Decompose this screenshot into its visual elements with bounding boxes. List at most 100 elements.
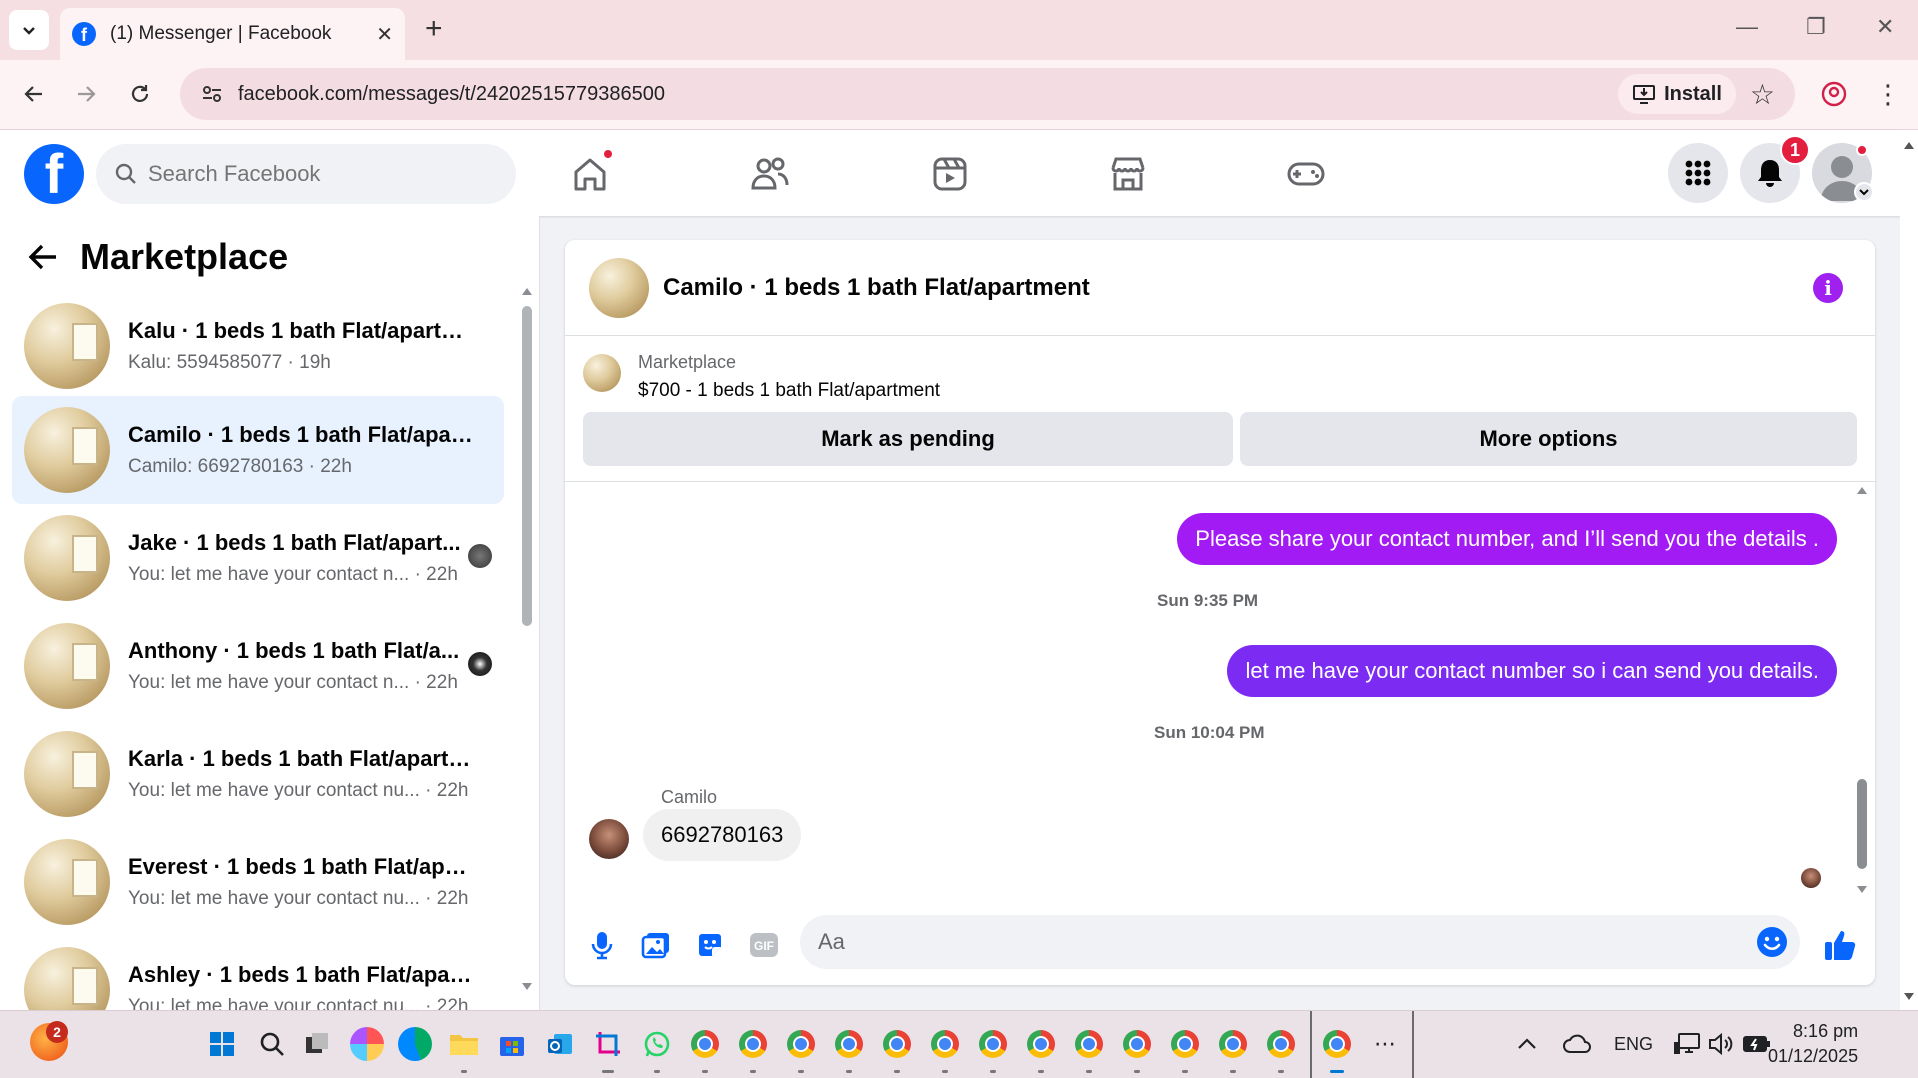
photo-icon[interactable]: [629, 918, 683, 972]
site-info-icon[interactable]: [196, 78, 228, 110]
file-explorer-icon[interactable]: [447, 1027, 481, 1073]
message-input-wrapper[interactable]: [800, 915, 1800, 969]
chrome-window-icon[interactable]: [1024, 1027, 1058, 1073]
chat-listing-avatar[interactable]: [589, 257, 649, 318]
browser-menu-icon[interactable]: ⋮: [1870, 76, 1906, 112]
conversation-preview: Kalu: 5594585077 · 19h: [128, 352, 331, 373]
message-scroll-thumb[interactable]: [1857, 779, 1867, 869]
more-options-button[interactable]: More options: [1240, 412, 1857, 466]
url-text[interactable]: facebook.com/messages/t/2420251577938650…: [238, 83, 1618, 106]
conversation-item-active[interactable]: Camilo · 1 beds 1 bath Flat/apart... Cam…: [12, 396, 504, 504]
restore-icon[interactable]: ❐: [1806, 14, 1826, 40]
install-label: Install: [1664, 82, 1722, 105]
search-input[interactable]: [148, 161, 488, 187]
listing-avatar: [24, 303, 110, 389]
search-icon[interactable]: [255, 1027, 289, 1061]
chrome-window-icon[interactable]: [688, 1027, 722, 1073]
task-view-icon[interactable]: [300, 1027, 334, 1061]
install-app-button[interactable]: Install: [1618, 74, 1736, 114]
sticker-icon[interactable]: [683, 918, 737, 972]
chrome-window-icon[interactable]: [880, 1027, 914, 1073]
sidebar-scrollbar[interactable]: [520, 286, 534, 994]
bookmark-star-icon[interactable]: ☆: [1750, 78, 1775, 111]
close-window-icon[interactable]: ✕: [1876, 14, 1894, 40]
microphone-icon[interactable]: [575, 918, 629, 972]
chrome-active-window-icon[interactable]: [1320, 1027, 1354, 1073]
facebook-search[interactable]: [96, 144, 516, 204]
system-clock[interactable]: 8:16 pm 01/12/2025: [1768, 1019, 1858, 1069]
sidebar-title: Marketplace: [80, 236, 289, 277]
tab-search-button[interactable]: [9, 10, 49, 50]
listing-thumbnail[interactable]: [583, 354, 621, 392]
copilot-icon[interactable]: [350, 1027, 384, 1061]
account-chevron-icon[interactable]: [1854, 182, 1874, 202]
home-nav-icon[interactable]: [560, 148, 620, 198]
sidebar-scroll-thumb[interactable]: [522, 306, 532, 626]
chrome-window-icon[interactable]: [1168, 1027, 1202, 1073]
whatsapp-icon[interactable]: [640, 1027, 674, 1073]
outlook-icon[interactable]: [543, 1027, 577, 1061]
thumbs-up-icon[interactable]: [1813, 918, 1867, 972]
network-icon[interactable]: [1670, 1027, 1704, 1061]
clock-date: 01/12/2025: [1768, 1046, 1859, 1066]
menu-grid-button[interactable]: [1668, 143, 1728, 203]
conversation-item[interactable]: Anthony · 1 beds 1 bath Flat/a... You: l…: [12, 612, 504, 720]
conversation-item[interactable]: Kalu · 1 beds 1 bath Flat/apartm... Kalu…: [12, 292, 504, 400]
back-arrow-icon[interactable]: [28, 243, 58, 271]
gif-icon[interactable]: GIF: [737, 918, 791, 972]
windows-start-icon[interactable]: [205, 1027, 239, 1061]
chrome-window-icon[interactable]: [1264, 1027, 1298, 1073]
outgoing-message[interactable]: Please share your contact number, and I’…: [1177, 513, 1837, 565]
friends-nav-icon[interactable]: [740, 150, 800, 198]
listing-price[interactable]: $700 - 1 beds 1 bath Flat/apartment: [638, 380, 940, 402]
chrome-window-icon[interactable]: [784, 1027, 818, 1073]
show-hidden-icons-chevron-icon[interactable]: [1510, 1027, 1544, 1061]
sender-avatar[interactable]: [589, 819, 629, 859]
new-tab-icon[interactable]: +: [425, 14, 443, 44]
profile-icon[interactable]: [1816, 76, 1852, 112]
info-icon[interactable]: i: [1813, 272, 1843, 303]
forward-icon[interactable]: [68, 76, 104, 112]
back-icon[interactable]: [16, 76, 52, 112]
chrome-window-icon[interactable]: [1072, 1027, 1106, 1073]
snipping-tool-icon[interactable]: [591, 1027, 625, 1073]
conversation-name: Anthony · 1 beds 1 bath Flat/a...: [128, 638, 460, 663]
conversation-item[interactable]: Everest · 1 beds 1 bath Flat/apart... Yo…: [12, 828, 504, 936]
onedrive-cloud-icon[interactable]: [1560, 1027, 1594, 1061]
reload-icon[interactable]: [122, 76, 158, 112]
chat-title[interactable]: Camilo · 1 beds 1 bath Flat/apartment: [663, 274, 1813, 302]
page-scrollbar[interactable]: [1900, 130, 1918, 1010]
video-nav-icon[interactable]: [920, 150, 980, 198]
browser-tab[interactable]: f (1) Messenger | Facebook ✕: [60, 8, 405, 60]
more-apps-icon[interactable]: ⋯: [1368, 1027, 1402, 1061]
conversation-item[interactable]: Karla · 1 beds 1 bath Flat/apartm... You…: [12, 720, 504, 828]
gaming-nav-icon[interactable]: [1276, 150, 1336, 198]
mark-as-pending-button[interactable]: Mark as pending: [583, 412, 1233, 466]
conversation-item[interactable]: Jake · 1 beds 1 bath Flat/apart... You: …: [12, 504, 504, 612]
emoji-icon[interactable]: [1756, 926, 1788, 958]
message-scrollbar[interactable]: [1855, 483, 1869, 903]
account-notification-dot: [1856, 144, 1868, 156]
chrome-window-icon[interactable]: [1120, 1027, 1154, 1073]
listing-avatar: [24, 515, 110, 601]
conversation-item[interactable]: Ashley · 1 beds 1 bath Flat/apart... You…: [12, 936, 504, 1010]
volume-icon[interactable]: [1704, 1027, 1738, 1061]
facebook-logo[interactable]: f: [24, 144, 84, 204]
outgoing-message[interactable]: let me have your contact number so i can…: [1227, 645, 1837, 697]
marketplace-nav-icon[interactable]: [1098, 150, 1158, 198]
chrome-window-icon[interactable]: [736, 1027, 770, 1073]
chrome-window-icon[interactable]: [928, 1027, 962, 1073]
edge-browser-icon[interactable]: [398, 1027, 432, 1061]
chrome-window-icon[interactable]: [976, 1027, 1010, 1073]
address-bar-row: facebook.com/messages/t/2420251577938650…: [0, 60, 1918, 130]
chrome-window-icon[interactable]: [832, 1027, 866, 1073]
minimize-icon[interactable]: —: [1736, 14, 1758, 40]
widget-notification-badge: 2: [46, 1021, 68, 1043]
omnibox[interactable]: facebook.com/messages/t/2420251577938650…: [180, 68, 1795, 120]
close-tab-icon[interactable]: ✕: [376, 22, 393, 47]
microsoft-store-icon[interactable]: [495, 1027, 529, 1061]
incoming-message[interactable]: 6692780163: [643, 809, 802, 861]
language-indicator[interactable]: ENG: [1614, 1034, 1653, 1055]
chrome-window-icon[interactable]: [1216, 1027, 1250, 1073]
message-input[interactable]: [818, 929, 1756, 955]
